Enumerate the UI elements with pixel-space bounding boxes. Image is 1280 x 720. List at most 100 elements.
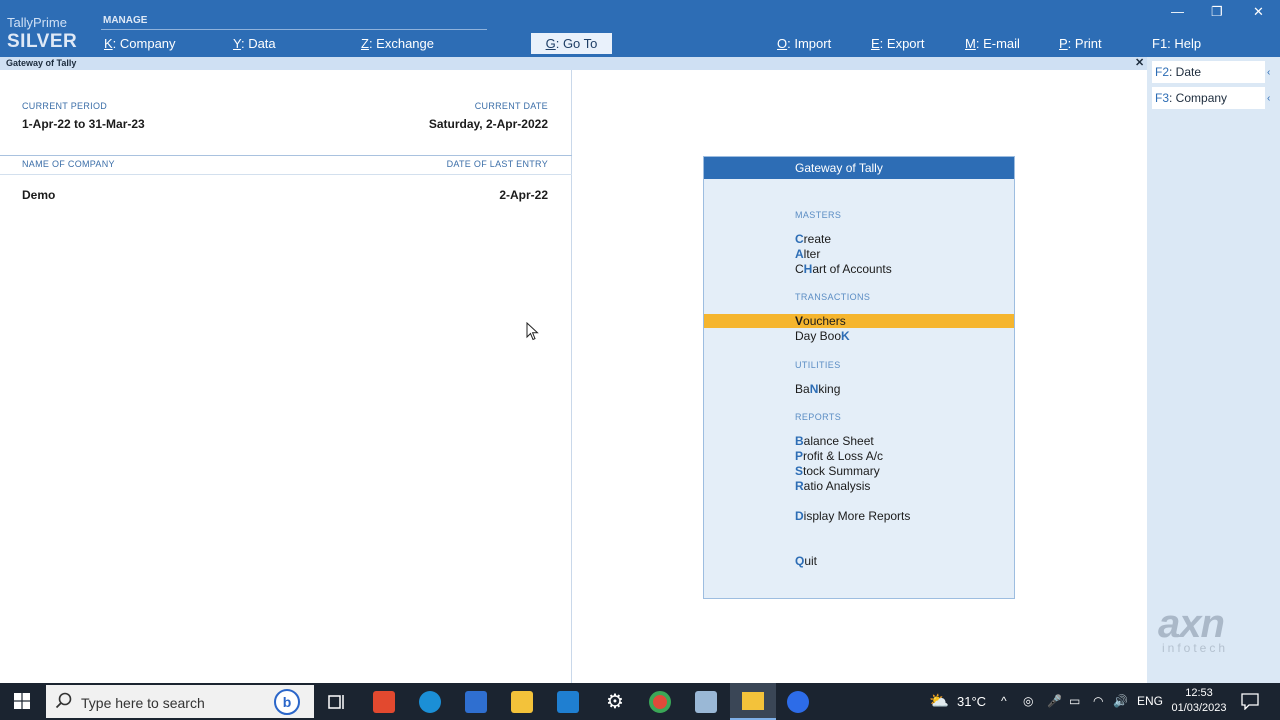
current-period-label: CURRENT PERIOD — [22, 101, 108, 111]
menu-daybook-pre: Day Boo — [795, 329, 842, 343]
windows-taskbar: Type here to search b ⚙ ⛅ 31°C ^ ◎ 🎤 ▭ ◠… — [0, 683, 1280, 720]
menu-quit-hotkey: Q — [795, 554, 805, 568]
menu-vouchers-hotkey: V — [795, 314, 804, 328]
screen-title-strip: Gateway of Tally ✕ — [0, 57, 1147, 70]
tally-taskbar-button[interactable] — [730, 683, 776, 720]
manage-divider — [101, 29, 487, 30]
menu-display-hotkey: D — [795, 509, 804, 523]
menu-import[interactable]: O: Import — [777, 36, 831, 51]
zoom-app-icon[interactable] — [787, 691, 809, 713]
mail-icon[interactable] — [557, 691, 579, 713]
menu-stock-summary[interactable]: Stock Summary — [795, 464, 880, 478]
meet-now-icon[interactable]: ◎ — [1023, 694, 1033, 708]
current-date-label: CURRENT DATE — [474, 101, 548, 111]
top-menu-bar: TallyPrime SILVER MANAGE K: Company Y: D… — [0, 0, 1280, 57]
last-entry-date: 2-Apr-22 — [499, 188, 548, 202]
menu-daybook-hotkey: K — [841, 329, 850, 343]
divider-header — [0, 174, 572, 175]
menu-data[interactable]: Y: Data — [233, 36, 276, 51]
selected-item-highlight — [704, 314, 1014, 328]
company-button[interactable]: F3: Company — [1152, 87, 1265, 109]
battery-icon[interactable]: ▭ — [1069, 694, 1080, 708]
windows-start-icon[interactable] — [14, 693, 30, 709]
system-clock[interactable]: 12:53 01/03/2023 — [1171, 686, 1227, 716]
menu-quit[interactable]: Quit — [795, 554, 817, 568]
axn-logo-sub: infotech — [1162, 641, 1229, 655]
chevron-up-icon[interactable]: ^ — [1001, 694, 1007, 708]
menu-exchange[interactable]: Z: Exchange — [361, 36, 434, 51]
company-button-label: : Company — [1169, 91, 1228, 105]
menu-print[interactable]: P: Print — [1059, 36, 1102, 51]
volume-icon[interactable]: 🔊 — [1113, 694, 1128, 708]
section-transactions: TRANSACTIONS — [795, 292, 871, 302]
notification-icon[interactable] — [1241, 693, 1259, 710]
menu-data-key: Y — [233, 36, 241, 51]
goto-button[interactable]: G: Go To — [531, 33, 612, 54]
screen-title: Gateway of Tally — [6, 58, 77, 68]
company-name-label: NAME OF COMPANY — [22, 159, 115, 169]
company-name[interactable]: Demo — [22, 188, 55, 202]
chevron-left-icon[interactable]: ‹ — [1267, 93, 1270, 104]
restore-icon[interactable]: ❐ — [1211, 4, 1223, 20]
menu-balance-sheet[interactable]: Balance Sheet — [795, 434, 874, 448]
gateway-menu: Gateway of Tally MASTERS Create Alter CH… — [703, 156, 1015, 599]
mouse-cursor-icon — [526, 322, 539, 341]
weather-temp[interactable]: 31°C — [957, 694, 986, 709]
menu-day-book[interactable]: Day BooK — [795, 329, 850, 343]
menu-create[interactable]: Create — [795, 232, 831, 246]
gateway-title: Gateway of Tally — [704, 157, 1014, 179]
current-date-value: Saturday, 2-Apr-2022 — [428, 117, 548, 131]
goto-key: G — [545, 36, 556, 51]
chevron-left-icon[interactable]: ‹ — [1267, 67, 1270, 78]
microphone-icon[interactable]: 🎤 — [1047, 694, 1062, 708]
menu-profit-post: rofit & Loss A/c — [803, 449, 884, 463]
file-explorer-icon[interactable] — [511, 691, 533, 713]
weather-icon[interactable]: ⛅ — [929, 691, 949, 711]
close-icon[interactable]: ✕ — [1253, 4, 1264, 20]
menu-ratio-hotkey: R — [795, 479, 804, 493]
menu-display-more-reports[interactable]: Display More Reports — [795, 509, 910, 523]
search-placeholder: Type here to search — [81, 695, 205, 711]
menu-ratio-analysis[interactable]: Ratio Analysis — [795, 479, 870, 493]
menu-company-label: : Company — [112, 36, 176, 51]
menu-exchange-label: : Exchange — [368, 36, 434, 51]
search-icon — [55, 692, 72, 709]
menu-stock-hotkey: S — [795, 464, 804, 478]
date-button[interactable]: F2: Date — [1152, 61, 1265, 83]
menu-chart-pre: C — [795, 262, 804, 276]
menu-company[interactable]: K: Company — [104, 36, 176, 51]
brand-product: TallyPrime — [7, 15, 67, 30]
menu-vouchers-post: ouchers — [803, 314, 846, 328]
notes-app-icon[interactable] — [695, 691, 717, 713]
menu-profit-loss[interactable]: Profit & Loss A/c — [795, 449, 883, 463]
minimize-icon[interactable]: — — [1171, 4, 1184, 19]
menu-chart-of-accounts[interactable]: CHart of Accounts — [795, 262, 892, 276]
section-utilities: UTILITIES — [795, 360, 841, 370]
presentation-app-icon[interactable] — [373, 691, 395, 713]
settings-gear-icon[interactable]: ⚙ — [604, 691, 626, 713]
menu-data-label: : Data — [240, 36, 276, 51]
bing-icon[interactable]: b — [274, 689, 300, 715]
menu-vouchers[interactable]: Vouchers — [795, 314, 846, 328]
chrome-icon[interactable] — [649, 691, 671, 713]
menu-profit-hotkey: P — [795, 449, 804, 463]
menu-balance-post: alance Sheet — [803, 434, 874, 448]
menu-alter[interactable]: Alter — [795, 247, 820, 261]
menu-exchange-key: Z — [361, 36, 369, 51]
taskbar-search-box[interactable]: Type here to search b — [46, 685, 314, 718]
manage-label: MANAGE — [103, 15, 148, 26]
edge-browser-icon[interactable] — [419, 691, 441, 713]
wifi-icon[interactable]: ◠ — [1093, 694, 1103, 708]
menu-banking[interactable]: BaNking — [795, 382, 840, 396]
store-icon[interactable] — [465, 691, 487, 713]
menu-export-label: : Export — [879, 36, 925, 51]
divider-top — [0, 155, 572, 156]
menu-help[interactable]: F1: Help — [1152, 36, 1201, 51]
menu-email[interactable]: M: E-mail — [965, 36, 1020, 51]
clock-time: 12:53 — [1185, 687, 1213, 699]
menu-export[interactable]: E: Export — [871, 36, 924, 51]
menu-balance-hotkey: B — [795, 434, 804, 448]
task-view-icon[interactable] — [326, 691, 348, 713]
language-indicator[interactable]: ENG — [1137, 694, 1163, 708]
screen-close-icon[interactable]: ✕ — [1135, 56, 1144, 69]
